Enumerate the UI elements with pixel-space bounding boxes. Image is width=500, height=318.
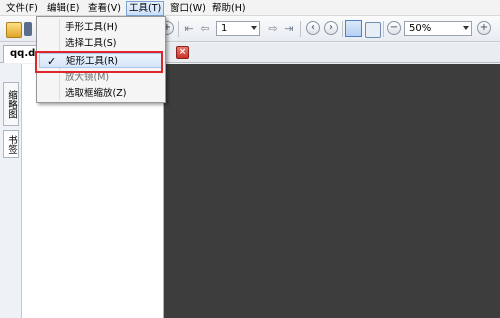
snapshot-icon[interactable] xyxy=(365,22,381,38)
menu-bar: 文件(F) 编辑(E) 查看(V) 工具(T) 窗口(W) 帮助(H) xyxy=(0,0,500,16)
first-page-icon[interactable]: ⇤ xyxy=(182,22,196,36)
last-page-icon[interactable]: ⇥ xyxy=(282,22,296,36)
zoom-out-icon[interactable]: − xyxy=(387,21,401,35)
side-panel-tabs: 缩略图 书签 xyxy=(0,64,22,318)
close-icon[interactable]: × xyxy=(176,46,189,59)
menu-item-hand-tool[interactable]: 手形工具(H) xyxy=(39,20,163,35)
menu-item-marquee-zoom[interactable]: 选取框缩放(Z) xyxy=(39,86,163,101)
document-view[interactable] xyxy=(164,64,500,318)
save-icon[interactable] xyxy=(24,22,32,36)
menu-item-select-tool[interactable]: 选择工具(S) xyxy=(39,36,163,51)
page-number-combo[interactable]: 1 xyxy=(216,21,260,36)
open-icon[interactable] xyxy=(6,22,22,38)
menu-tools[interactable]: 工具(T) xyxy=(126,1,165,16)
tab-thumbnails[interactable]: 缩略图 xyxy=(3,82,19,126)
zoom-in-icon[interactable]: + xyxy=(477,21,491,35)
menu-file[interactable]: 文件(F) xyxy=(4,2,40,15)
forward-icon[interactable]: › xyxy=(324,21,338,35)
menu-edit[interactable]: 编辑(E) xyxy=(45,2,81,15)
chevron-down-icon xyxy=(463,26,469,30)
page-number-value: 1 xyxy=(221,23,228,34)
zoom-combo[interactable]: 50% xyxy=(404,21,472,36)
highlight-annotation-box xyxy=(35,51,163,73)
select-tool-icon[interactable] xyxy=(345,20,362,37)
menu-help[interactable]: 帮助(H) xyxy=(210,2,248,15)
prev-page-icon[interactable]: ⇦ xyxy=(198,22,212,36)
back-icon[interactable]: ‹ xyxy=(306,21,320,35)
menu-window[interactable]: 窗口(W) xyxy=(168,2,208,15)
zoom-value: 50% xyxy=(409,23,432,34)
menu-view[interactable]: 查看(V) xyxy=(86,2,123,15)
next-page-icon[interactable]: ⇨ xyxy=(266,22,280,36)
chevron-down-icon xyxy=(251,26,257,30)
tab-bookmarks[interactable]: 书签 xyxy=(3,130,19,158)
